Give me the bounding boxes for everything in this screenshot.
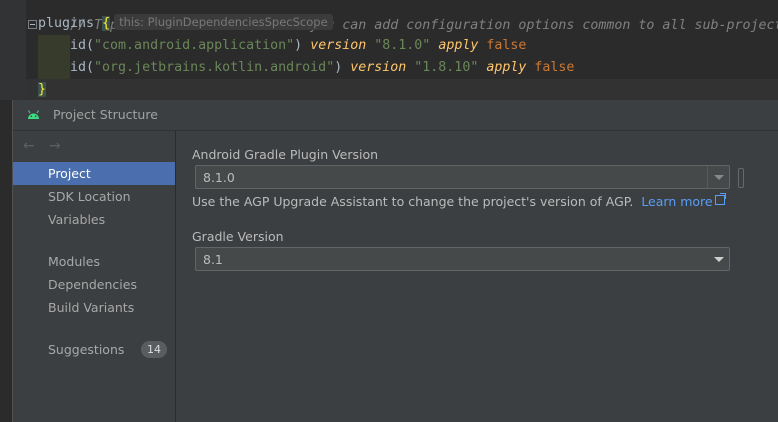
indent-guide bbox=[38, 35, 70, 57]
plugin-id-fn: id bbox=[70, 38, 87, 53]
indent-guide bbox=[38, 57, 70, 79]
agp-help-text: Use the AGP Upgrade Assistant to change … bbox=[192, 193, 726, 209]
project-structure-dialog: Project Structure ← → Project SDK Locatio… bbox=[12, 100, 778, 422]
sidebar-item-variables[interactable]: Variables bbox=[13, 208, 175, 231]
plugin-id-fn: id bbox=[70, 60, 87, 75]
gradle-version-label: Gradle Version bbox=[192, 229, 284, 244]
agp-version-combobox[interactable]: 8.1.0 bbox=[195, 165, 730, 189]
agp-help-message: Use the AGP Upgrade Assistant to change … bbox=[192, 194, 634, 209]
agp-version-label: Android Gradle Plugin Version bbox=[192, 147, 379, 162]
version-string: "1.8.10" bbox=[414, 60, 479, 75]
close-brace: } bbox=[38, 82, 47, 97]
suggestions-count-badge: 14 bbox=[141, 341, 167, 358]
gradle-dropdown-button[interactable] bbox=[708, 248, 729, 270]
learn-more-text[interactable]: Learn more bbox=[641, 194, 712, 209]
back-arrow-icon[interactable]: ← bbox=[23, 138, 41, 154]
chevron-down-icon bbox=[714, 175, 724, 180]
agp-field-handle[interactable] bbox=[738, 168, 744, 188]
agp-dropdown-button[interactable] bbox=[707, 166, 729, 188]
android-icon bbox=[28, 110, 39, 119]
version-keyword: version bbox=[350, 60, 407, 75]
gradle-version-value[interactable]: 8.1 bbox=[203, 252, 223, 267]
plugins-keyword: plugins bbox=[38, 16, 95, 31]
sidebar-item-dependencies[interactable]: Dependencies bbox=[13, 273, 175, 296]
sidebar-item-label: Modules bbox=[48, 254, 100, 269]
code-line-plugins[interactable]: plugins {this: PluginDependenciesSpecSco… bbox=[38, 13, 333, 35]
scope-inlay-hint: this: PluginDependenciesSpecScope bbox=[114, 14, 333, 30]
nav-arrows: ← → bbox=[23, 135, 75, 154]
code-editor[interactable]: // Top-level build file where you can ad… bbox=[0, 0, 778, 100]
fold-icon[interactable] bbox=[28, 20, 37, 29]
apply-value: false bbox=[534, 60, 575, 75]
editor-gutter bbox=[0, 0, 26, 100]
external-link-icon bbox=[714, 193, 726, 205]
sidebar-item-label: Project bbox=[48, 166, 91, 181]
apply-value: false bbox=[486, 38, 527, 53]
code-line-plugin-1[interactable]: id("com.android.application") version "8… bbox=[70, 35, 526, 57]
sidebar-item-modules[interactable]: Modules bbox=[13, 250, 175, 273]
plugin-id-string: "com.android.application" bbox=[94, 38, 295, 53]
sidebar-item-label: Suggestions bbox=[48, 342, 125, 357]
sidebar-item-label: Variables bbox=[48, 212, 106, 227]
project-settings-panel: Android Gradle Plugin Version 8.1.0 Use … bbox=[176, 131, 778, 422]
plugin-id-string: "org.jetbrains.kotlin.android" bbox=[94, 60, 335, 75]
dialog-title: Project Structure bbox=[53, 107, 158, 122]
sidebar-item-sdk-location[interactable]: SDK Location bbox=[13, 185, 175, 208]
open-brace: { bbox=[102, 16, 111, 31]
sidebar-item-build-variants[interactable]: Build Variants bbox=[13, 296, 175, 319]
learn-more-link[interactable]: Learn more bbox=[641, 193, 726, 209]
sidebar-item-label: SDK Location bbox=[48, 189, 131, 204]
sidebar: ← → Project SDK Location Variables Module… bbox=[13, 131, 176, 422]
forward-arrow-icon[interactable]: → bbox=[49, 138, 67, 154]
sidebar-item-label: Build Variants bbox=[48, 300, 135, 315]
agp-version-value[interactable]: 8.1.0 bbox=[203, 170, 235, 185]
code-line-plugin-2[interactable]: id("org.jetbrains.kotlin.android") versi… bbox=[70, 57, 574, 79]
sidebar-item-label: Dependencies bbox=[48, 277, 137, 292]
sidebar-item-suggestions[interactable]: Suggestions 14 bbox=[13, 338, 175, 361]
code-line-close[interactable]: } bbox=[26, 79, 778, 100]
apply-keyword: apply bbox=[438, 38, 479, 53]
apply-keyword: apply bbox=[486, 60, 527, 75]
dialog-titlebar[interactable]: Project Structure bbox=[13, 100, 778, 131]
version-string: "8.1.0" bbox=[374, 38, 431, 53]
chevron-down-icon bbox=[714, 257, 724, 262]
gradle-version-combobox[interactable]: 8.1 bbox=[195, 247, 730, 271]
version-keyword: version bbox=[310, 38, 367, 53]
sidebar-item-project[interactable]: Project bbox=[13, 162, 175, 185]
